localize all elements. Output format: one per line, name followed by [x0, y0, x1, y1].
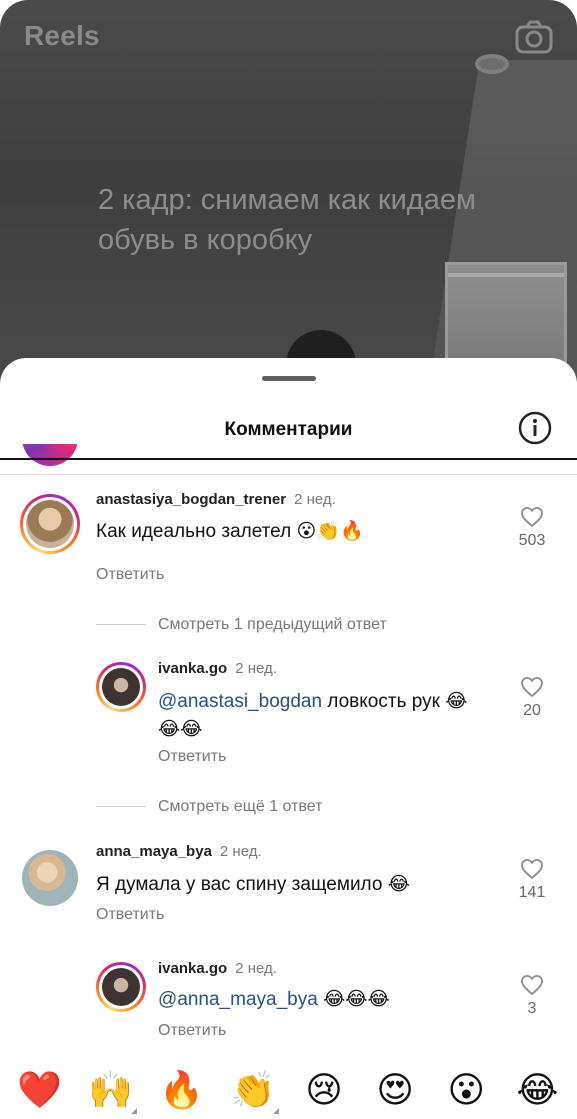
comment-text: @anna_maya_bya 😂😂😂	[158, 986, 390, 1014]
comment-meta: anastasiya_bogdan_trener 2 нед.	[96, 491, 336, 508]
emoji-raised-hands-button[interactable]: 🙌	[81, 1071, 141, 1114]
comment-text-part: ловкость рук 😂	[322, 691, 468, 712]
emoji-surprised-button[interactable]: 😮	[436, 1071, 496, 1108]
mention-link[interactable]: @anna_maya_bya	[158, 989, 318, 1010]
emoji-crying-button[interactable]: 😢	[294, 1071, 354, 1108]
comment-text-part: 😂😂😂	[317, 989, 390, 1010]
like-button[interactable]: 3	[512, 974, 552, 1018]
reply-button[interactable]: Ответить	[158, 748, 226, 766]
like-count: 503	[518, 532, 546, 549]
camera-icon[interactable]	[515, 20, 553, 54]
heart-icon	[521, 677, 543, 697]
emoji-clap-button[interactable]: 👏	[223, 1071, 283, 1114]
like-button[interactable]: 20	[512, 676, 552, 720]
peek-avatar	[22, 444, 78, 468]
heart-icon	[521, 507, 543, 527]
comment-text: Как идеально залетел 😮👏🔥	[96, 521, 364, 542]
comment-meta: ivanka.go 2 нед.	[158, 960, 277, 977]
comment-username[interactable]: anna_maya_bya	[96, 843, 212, 860]
comment-text: @anastasi_bogdan ловкость рук 😂 😂😂	[158, 688, 508, 744]
comment-username[interactable]: ivanka.go	[158, 960, 227, 977]
comment-meta: ivanka.go 2 нед.	[158, 660, 277, 677]
reply-button[interactable]: Ответить	[96, 566, 164, 584]
view-replies-button[interactable]: Смотреть ещё 1 ответ	[96, 798, 322, 816]
avatar[interactable]	[96, 962, 146, 1012]
comment-username[interactable]: anastasiya_bogdan_trener	[96, 491, 286, 508]
emoji-laughing-button[interactable]: 😂	[507, 1071, 567, 1108]
view-replies-button[interactable]: Смотреть 1 предыдущий ответ	[96, 616, 387, 634]
info-icon[interactable]	[518, 411, 552, 445]
drag-handle[interactable]	[262, 376, 316, 381]
like-count: 141	[518, 884, 546, 901]
reply-button[interactable]: Ответить	[96, 906, 164, 924]
ceiling-lamp	[475, 54, 509, 74]
comment-time: 2 нед.	[235, 960, 277, 977]
mention-link[interactable]: @anastasi_bogdan	[158, 691, 322, 712]
comment-time: 2 нед.	[219, 843, 262, 860]
video-caption-overlay: 2 кадр: снимаем как кидаем обувь в короб…	[98, 184, 476, 256]
like-count: 20	[523, 702, 541, 719]
emoji-fire-button[interactable]: 🔥	[152, 1071, 212, 1108]
reels-title: Reels	[24, 20, 100, 51]
like-button[interactable]: 141	[512, 858, 552, 902]
comment-text: Я думала у вас спину защемило 😂	[96, 874, 410, 895]
avatar[interactable]	[96, 662, 146, 712]
like-count: 3	[527, 1000, 537, 1017]
window-shape	[445, 262, 567, 372]
avatar[interactable]	[20, 494, 80, 554]
comment-text-part: 😂😂	[158, 719, 203, 740]
list-divider	[0, 474, 577, 475]
reply-button[interactable]: Ответить	[158, 1022, 226, 1040]
comment-meta: anna_maya_bya 2 нед.	[96, 843, 262, 860]
emoji-quick-bar: ❤️ 🙌 🔥 👏 😢 😍 😮 😂	[0, 1060, 577, 1119]
header-divider	[0, 458, 577, 460]
emoji-heart-eyes-button[interactable]: 😍	[365, 1071, 425, 1108]
comment-username[interactable]: ivanka.go	[158, 660, 227, 677]
heart-icon	[521, 975, 543, 995]
emoji-heart-button[interactable]: ❤️	[10, 1071, 70, 1108]
sheet-title: Комментарии	[224, 419, 353, 440]
avatar[interactable]	[22, 850, 78, 906]
heart-icon	[521, 859, 543, 879]
comment-time: 2 нед.	[294, 491, 336, 508]
like-button[interactable]: 503	[512, 506, 552, 550]
comment-time: 2 нед.	[235, 660, 277, 677]
reel-video[interactable]: Reels 2 кадр: снимаем как кидаем обувь в…	[0, 0, 577, 400]
